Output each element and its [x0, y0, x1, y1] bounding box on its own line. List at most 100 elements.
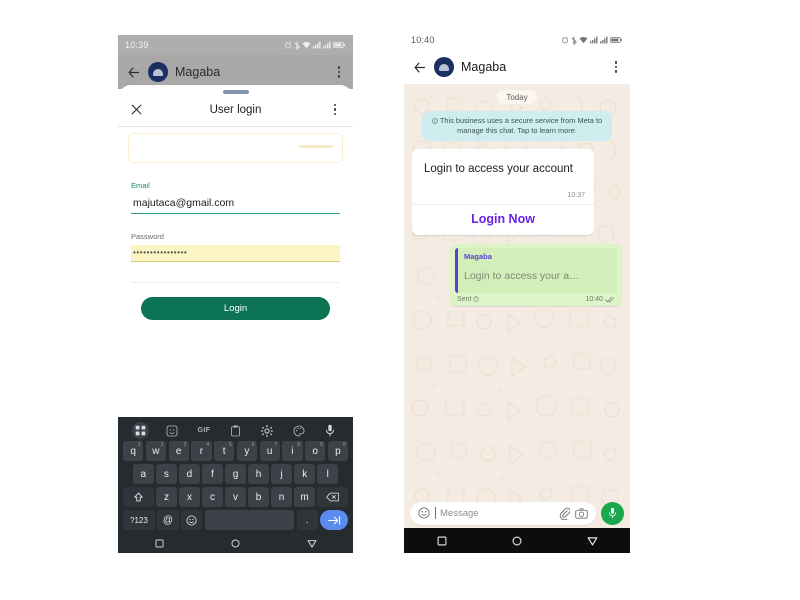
- emoji-icon[interactable]: [418, 507, 430, 519]
- screenshot-canvas: 10:39 Magaba User login Email majutaca@g…: [0, 0, 800, 600]
- sheet-divider: [118, 125, 353, 127]
- user-login-bottom-sheet: User login Email majutaca@gmail.com Pass…: [118, 85, 353, 553]
- login-submit-button[interactable]: Login: [141, 296, 330, 320]
- apps-grid-icon[interactable]: [132, 422, 150, 439]
- camera-icon[interactable]: [575, 507, 588, 519]
- signal-icon: [590, 36, 598, 44]
- email-input[interactable]: majutaca@gmail.com: [131, 194, 340, 214]
- contact-avatar[interactable]: [148, 62, 168, 82]
- keyboard-row-4: ?123 @ .: [121, 510, 350, 530]
- key-j[interactable]: j: [271, 464, 292, 484]
- message-meta: Sent 10:40: [455, 293, 617, 303]
- back-arrow-icon[interactable]: [126, 65, 141, 80]
- key-label: y: [244, 445, 250, 457]
- key-r[interactable]: r4: [191, 441, 212, 461]
- gear-icon[interactable]: [259, 422, 276, 439]
- status-bar: 10:39: [118, 35, 353, 55]
- period-key[interactable]: .: [296, 510, 318, 530]
- overflow-menu-icon[interactable]: [333, 66, 345, 78]
- status-icons: [561, 36, 623, 45]
- keyboard-toolbar: GIF: [121, 420, 350, 441]
- back-triangle-icon[interactable]: [307, 539, 317, 548]
- gif-icon[interactable]: GIF: [195, 422, 212, 439]
- symbols-key[interactable]: ?123: [123, 510, 155, 530]
- key-label: o: [312, 445, 318, 457]
- status-icons: [284, 41, 346, 50]
- message-placeholder: Message: [440, 507, 479, 519]
- backspace-icon[interactable]: [317, 487, 348, 507]
- key-number: 4: [206, 442, 209, 448]
- contact-name: Magaba: [175, 65, 221, 79]
- home-circle-icon[interactable]: [512, 536, 522, 546]
- key-g[interactable]: g: [225, 464, 246, 484]
- chat-thread[interactable]: Today This business uses a secure servic…: [404, 84, 630, 528]
- key-d[interactable]: d: [179, 464, 200, 484]
- palette-icon[interactable]: [290, 422, 307, 439]
- message-timestamp: 10:40: [585, 295, 603, 303]
- left-phone-screenshot: 10:39 Magaba User login Email majutaca@g…: [118, 35, 353, 553]
- notice-text: This business uses a secure service from…: [439, 115, 603, 136]
- sticker-icon[interactable]: [164, 422, 181, 439]
- key-u[interactable]: u7: [259, 441, 280, 461]
- space-key[interactable]: [204, 510, 295, 530]
- key-n[interactable]: n: [271, 487, 292, 507]
- key-w[interactable]: w2: [145, 441, 166, 461]
- key-v[interactable]: v: [225, 487, 246, 507]
- key-h[interactable]: h: [248, 464, 269, 484]
- login-now-button[interactable]: Login Now: [412, 203, 594, 235]
- next-field-icon[interactable]: [320, 510, 348, 530]
- messages-list: Today This business uses a secure servic…: [404, 84, 630, 306]
- at-key[interactable]: @: [157, 510, 179, 530]
- key-number: 5: [228, 442, 232, 448]
- autofill-suggestion-ghost: [128, 132, 343, 163]
- emoji-icon[interactable]: [181, 510, 203, 530]
- recents-square-icon[interactable]: [437, 536, 447, 546]
- key-t[interactable]: t5: [214, 441, 235, 461]
- password-input[interactable]: ••••••••••••••••: [131, 244, 340, 262]
- key-c[interactable]: c: [202, 487, 223, 507]
- overflow-menu-icon[interactable]: [610, 61, 622, 73]
- key-e[interactable]: e3: [168, 441, 189, 461]
- message-input-box[interactable]: Message: [410, 501, 596, 525]
- back-triangle-icon[interactable]: [587, 536, 598, 546]
- key-z[interactable]: z: [156, 487, 177, 507]
- wifi-icon: [579, 36, 588, 44]
- email-field-group: Email majutaca@gmail.com: [131, 181, 340, 214]
- key-label: w: [152, 445, 160, 457]
- key-s[interactable]: s: [156, 464, 177, 484]
- sheet-title: User login: [209, 103, 262, 116]
- key-b[interactable]: b: [248, 487, 269, 507]
- key-o[interactable]: o9: [305, 441, 326, 461]
- back-arrow-icon[interactable]: [412, 60, 427, 75]
- key-label: i: [291, 445, 294, 457]
- microphone-icon[interactable]: [322, 422, 339, 439]
- contact-avatar[interactable]: [434, 57, 454, 77]
- bluetooth-icon: [571, 36, 577, 45]
- voice-record-button[interactable]: [601, 501, 624, 525]
- key-l[interactable]: l: [317, 464, 339, 484]
- home-circle-icon[interactable]: [230, 538, 240, 548]
- key-x[interactable]: x: [179, 487, 200, 507]
- key-label: q: [130, 445, 136, 457]
- key-m[interactable]: m: [294, 487, 315, 507]
- login-form: Email majutaca@gmail.com Password ••••••…: [118, 181, 353, 320]
- key-k[interactable]: k: [294, 464, 315, 484]
- key-a[interactable]: a: [132, 464, 154, 484]
- paperclip-icon[interactable]: [559, 507, 570, 520]
- quoted-message[interactable]: Magaba Login to access your a…: [455, 247, 617, 293]
- key-q[interactable]: q1: [123, 441, 144, 461]
- quoted-author: Magaba: [464, 251, 492, 261]
- shift-icon[interactable]: [123, 487, 154, 507]
- key-y[interactable]: y6: [236, 441, 257, 461]
- key-number: 7: [274, 442, 278, 448]
- key-i[interactable]: i8: [282, 441, 303, 461]
- key-label: u: [266, 445, 273, 457]
- recents-square-icon[interactable]: [154, 538, 164, 548]
- clipboard-icon[interactable]: [227, 422, 244, 439]
- key-p[interactable]: p0: [327, 441, 348, 461]
- business-security-notice[interactable]: This business uses a secure service from…: [422, 111, 612, 142]
- status-bar: 10:40: [404, 30, 630, 50]
- key-number: 9: [319, 442, 323, 448]
- key-f[interactable]: f: [202, 464, 223, 484]
- form-divider: [131, 281, 340, 283]
